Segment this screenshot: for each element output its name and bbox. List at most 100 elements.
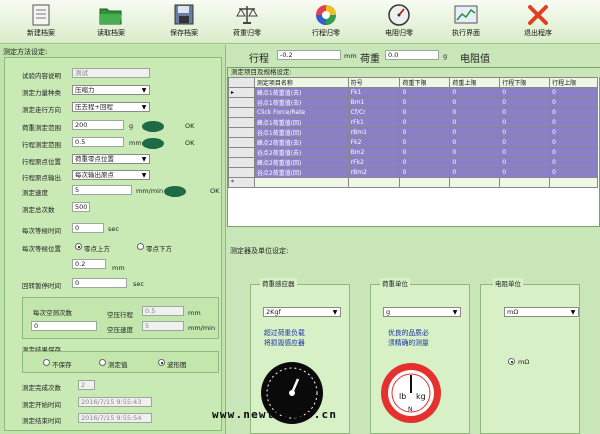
cell[interactable]: 0 (549, 167, 598, 178)
run-screen-button[interactable]: 执行界面 (437, 2, 495, 42)
cell[interactable]: 0 (549, 137, 598, 148)
cell[interactable]: 峰点2荷重值(回) (253, 157, 349, 168)
cell[interactable]: 谷点2荷重值(去) (253, 147, 349, 158)
speed-ok-button[interactable] (164, 186, 186, 197)
cell[interactable]: 峰点1荷重值(去) (253, 87, 349, 98)
cell[interactable]: 0 (549, 87, 598, 98)
cell[interactable]: 0 (399, 157, 451, 168)
cell[interactable]: 0 (549, 107, 598, 118)
cell[interactable] (549, 177, 598, 188)
origin-out-select[interactable]: 每次输出原点 ▼ (72, 170, 150, 180)
cell[interactable]: 0 (449, 137, 501, 148)
offset-input[interactable]: 0.2 (72, 259, 106, 269)
speed-input[interactable]: 5 (72, 185, 132, 195)
cell[interactable]: 0 (449, 97, 501, 108)
cell[interactable]: 0 (549, 97, 598, 108)
cell[interactable]: 0 (449, 87, 501, 98)
res-unit-radio[interactable] (508, 358, 515, 365)
cell[interactable]: 0 (399, 137, 451, 148)
new-row[interactable]: * (228, 177, 598, 188)
save-values-radio[interactable] (99, 359, 106, 366)
table-row[interactable]: 谷点1荷重值(去) Bm1 0 0 0 0 (228, 97, 598, 108)
exit-button[interactable]: 退出程序 (509, 2, 567, 42)
cell[interactable]: 0 (399, 97, 451, 108)
table-row[interactable]: Click Force/Rate Cf/Cr 0 0 0 0 (228, 107, 598, 118)
stroke-zero-button[interactable]: 行程归零 (297, 2, 355, 42)
count-input[interactable]: 500 (72, 202, 90, 212)
cell[interactable] (347, 177, 401, 188)
cell[interactable]: 0 (499, 97, 551, 108)
cell[interactable]: 0 (499, 157, 551, 168)
cell[interactable]: Fk1 (347, 87, 401, 98)
idle-stroke-input[interactable]: 0.5 (142, 306, 184, 316)
load-range-ok-button[interactable] (142, 121, 164, 132)
cell[interactable]: 0 (499, 167, 551, 178)
wait-pos-above-radio[interactable] (75, 243, 82, 250)
cell[interactable] (449, 177, 501, 188)
stroke-range-input[interactable]: 0.5 (72, 137, 124, 147)
direction-select[interactable]: 压去程+回程 ▼ (72, 102, 150, 112)
cell[interactable]: 0 (399, 117, 451, 128)
origin-pos-select[interactable]: 荷重零点位置 ▼ (72, 154, 150, 164)
wait-pos-below-radio[interactable] (137, 243, 144, 250)
cell[interactable]: 谷点1荷重值(去) (253, 97, 349, 108)
table-row[interactable]: 谷点2荷重值(回) rBm2 0 0 0 0 (228, 167, 598, 178)
cell[interactable] (253, 177, 349, 188)
cell[interactable] (399, 177, 451, 188)
load-range-input[interactable]: 200 (72, 120, 124, 130)
table-row[interactable]: ▸ 峰点1荷重值(去) Fk1 0 0 0 0 (228, 87, 598, 98)
stroke-range-ok-button[interactable] (142, 138, 164, 149)
cell[interactable]: 0 (449, 117, 501, 128)
cell[interactable]: 0 (549, 127, 598, 138)
cell[interactable]: 谷点1荷重值(回) (253, 127, 349, 138)
cell[interactable]: rBm2 (347, 167, 401, 178)
cell[interactable]: 0 (449, 127, 501, 138)
cell[interactable]: Cf/Cr (347, 107, 401, 118)
cell[interactable]: 0 (499, 87, 551, 98)
cell[interactable]: Bm2 (347, 147, 401, 158)
test-desc-input[interactable]: 测试 (72, 68, 150, 78)
table-row[interactable]: 峰点2荷重值(去) Fk2 0 0 0 0 (228, 137, 598, 148)
table-row[interactable]: 谷点2荷重值(去) Bm2 0 0 0 0 (228, 147, 598, 158)
cell[interactable]: 谷点2荷重值(回) (253, 167, 349, 178)
load-zero-button[interactable]: 荷重归零 (218, 2, 276, 42)
table-row[interactable]: 谷点1荷重值(回) rBm1 0 0 0 0 (228, 127, 598, 138)
cell[interactable]: Bm1 (347, 97, 401, 108)
save-file-button[interactable]: 保存档案 (155, 2, 213, 42)
cell[interactable]: 0 (499, 117, 551, 128)
cell[interactable]: 峰点1荷重值(回) (253, 117, 349, 128)
cell[interactable]: 峰点2荷重值(去) (253, 137, 349, 148)
cell[interactable]: 0 (449, 147, 501, 158)
cell[interactable]: 0 (399, 147, 451, 158)
cell[interactable]: 0 (449, 157, 501, 168)
table-row[interactable]: 峰点1荷重值(回) rFk1 0 0 0 0 (228, 117, 598, 128)
save-none-radio[interactable] (43, 359, 50, 366)
idle-speed-input[interactable]: 5 (142, 321, 184, 331)
table-row[interactable]: 峰点2荷重值(回) rFk2 0 0 0 0 (228, 157, 598, 168)
cell[interactable]: rFk2 (347, 157, 401, 168)
resistance-zero-button[interactable]: 电阻归零 (370, 2, 428, 42)
cell[interactable]: 0 (499, 127, 551, 138)
cell[interactable]: 0 (449, 167, 501, 178)
new-file-button[interactable]: 新建档案 (12, 2, 70, 42)
cell[interactable]: 0 (399, 107, 451, 118)
cell[interactable] (499, 177, 551, 188)
res-unit-select[interactable]: mΩ ▼ (504, 307, 579, 317)
load-unit-select[interactable]: g ▼ (383, 307, 461, 317)
cell[interactable]: rFk1 (347, 117, 401, 128)
cell[interactable]: 0 (499, 107, 551, 118)
cell[interactable]: 0 (549, 157, 598, 168)
cell[interactable]: Click Force/Rate (253, 107, 349, 118)
cell[interactable]: 0 (499, 147, 551, 158)
cell[interactable]: Fk2 (347, 137, 401, 148)
cell[interactable]: 0 (549, 147, 598, 158)
cell[interactable]: 0 (549, 117, 598, 128)
save-waveform-radio[interactable] (158, 359, 165, 366)
cell[interactable]: 0 (399, 87, 451, 98)
idle-count-input[interactable]: 0 (31, 321, 97, 331)
wait-input[interactable]: 0 (72, 223, 104, 233)
open-file-button[interactable]: 读取档案 (82, 2, 140, 42)
load-type-select[interactable]: 压缩力 ▼ (72, 85, 150, 95)
cell[interactable]: 0 (399, 167, 451, 178)
cell[interactable]: 0 (399, 127, 451, 138)
